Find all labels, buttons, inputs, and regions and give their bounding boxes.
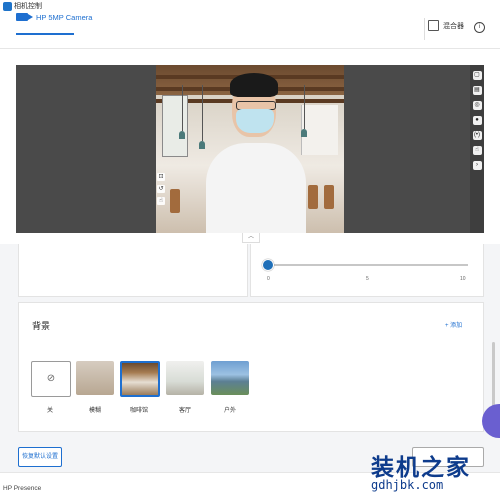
app-logo-icon (3, 2, 12, 11)
camera-tab-label: HP 5MP Camera (36, 12, 93, 22)
rotate-icon[interactable]: ↺ (157, 185, 165, 193)
pendant-lamp (179, 131, 185, 139)
background-option-living-room[interactable] (166, 361, 204, 395)
slider-tick-label: 0 (267, 276, 270, 282)
slider-knob[interactable] (262, 259, 274, 271)
pendant-lamp (301, 129, 307, 137)
background-option-label: 关 (46, 408, 53, 414)
slider-tick-label: 10 (460, 276, 466, 282)
stool-shape (324, 185, 334, 209)
lamp-cord (182, 85, 183, 131)
mixer-label: 混合器 (443, 22, 464, 30)
record-icon[interactable]: ● (472, 116, 482, 125)
active-tab-indicator (16, 33, 74, 35)
scrollbar-thumb[interactable] (492, 342, 495, 412)
background-option-label: 客厅 (178, 408, 191, 414)
background-option-label: 咖啡馆 (129, 408, 148, 414)
background-title: 背景 (32, 321, 51, 331)
slider-tick-label: 5 (366, 276, 369, 282)
hand-icon[interactable]: ☝ (157, 197, 165, 205)
status-text: HP Presence (3, 485, 42, 492)
stool-shape (170, 189, 180, 213)
window-shape (162, 95, 188, 157)
preview-right-toolbar: ▢ ▤ ◎ ● (•) ☝ › (470, 65, 484, 233)
background-option-label: 户外 (223, 408, 236, 414)
collapse-preview-button[interactable]: ︿ (242, 233, 260, 243)
layout-icon[interactable]: ▤ (472, 86, 482, 95)
background-option-cafe[interactable] (120, 361, 160, 397)
broadcast-icon[interactable]: (•) (472, 131, 482, 140)
person-shirt (206, 143, 306, 233)
background-option-none[interactable]: ⊘ (31, 361, 71, 397)
background-option-outdoor[interactable] (211, 361, 249, 395)
preview-left-toolbar: ⊡ ↺ ☝ (157, 173, 167, 209)
reset-defaults-button[interactable]: 恢复默认设置 (18, 447, 62, 467)
video-camera-icon (16, 13, 33, 21)
info-icon[interactable]: i (474, 22, 485, 33)
camera-snapshot-icon[interactable]: ◎ (472, 101, 482, 110)
background-option-blur[interactable] (76, 361, 114, 395)
background-option-label: 模糊 (88, 408, 101, 414)
gesture-icon[interactable]: ☝ (472, 146, 482, 155)
watermark-brand: 装机之家 (371, 454, 471, 481)
mixer-button[interactable]: 混合器 (428, 20, 464, 31)
preview-video-frame (156, 65, 344, 233)
slider-track[interactable] (268, 264, 468, 266)
watermark-url: gdhjbk.com (371, 478, 444, 492)
mixer-icon (428, 20, 439, 31)
settings-card (250, 244, 484, 297)
person-hair (230, 73, 278, 97)
lamp-cord (304, 85, 305, 129)
pendant-lamp (199, 141, 205, 149)
settings-card (18, 244, 248, 297)
frame-icon[interactable]: ▢ (472, 71, 482, 80)
lamp-cord (202, 85, 203, 141)
chevron-right-icon[interactable]: › (472, 161, 482, 170)
person-mask (236, 109, 274, 133)
tab-camera[interactable]: HP 5MP Camera (16, 6, 92, 28)
add-background-button[interactable]: + 添加 (445, 320, 462, 329)
crop-icon[interactable]: ⊡ (157, 173, 165, 181)
header-divider (424, 18, 425, 40)
stool-shape (308, 185, 318, 209)
camera-preview: ⊡ ↺ ☝ ▢ ▤ ◎ ● (•) ☝ › (16, 65, 484, 233)
